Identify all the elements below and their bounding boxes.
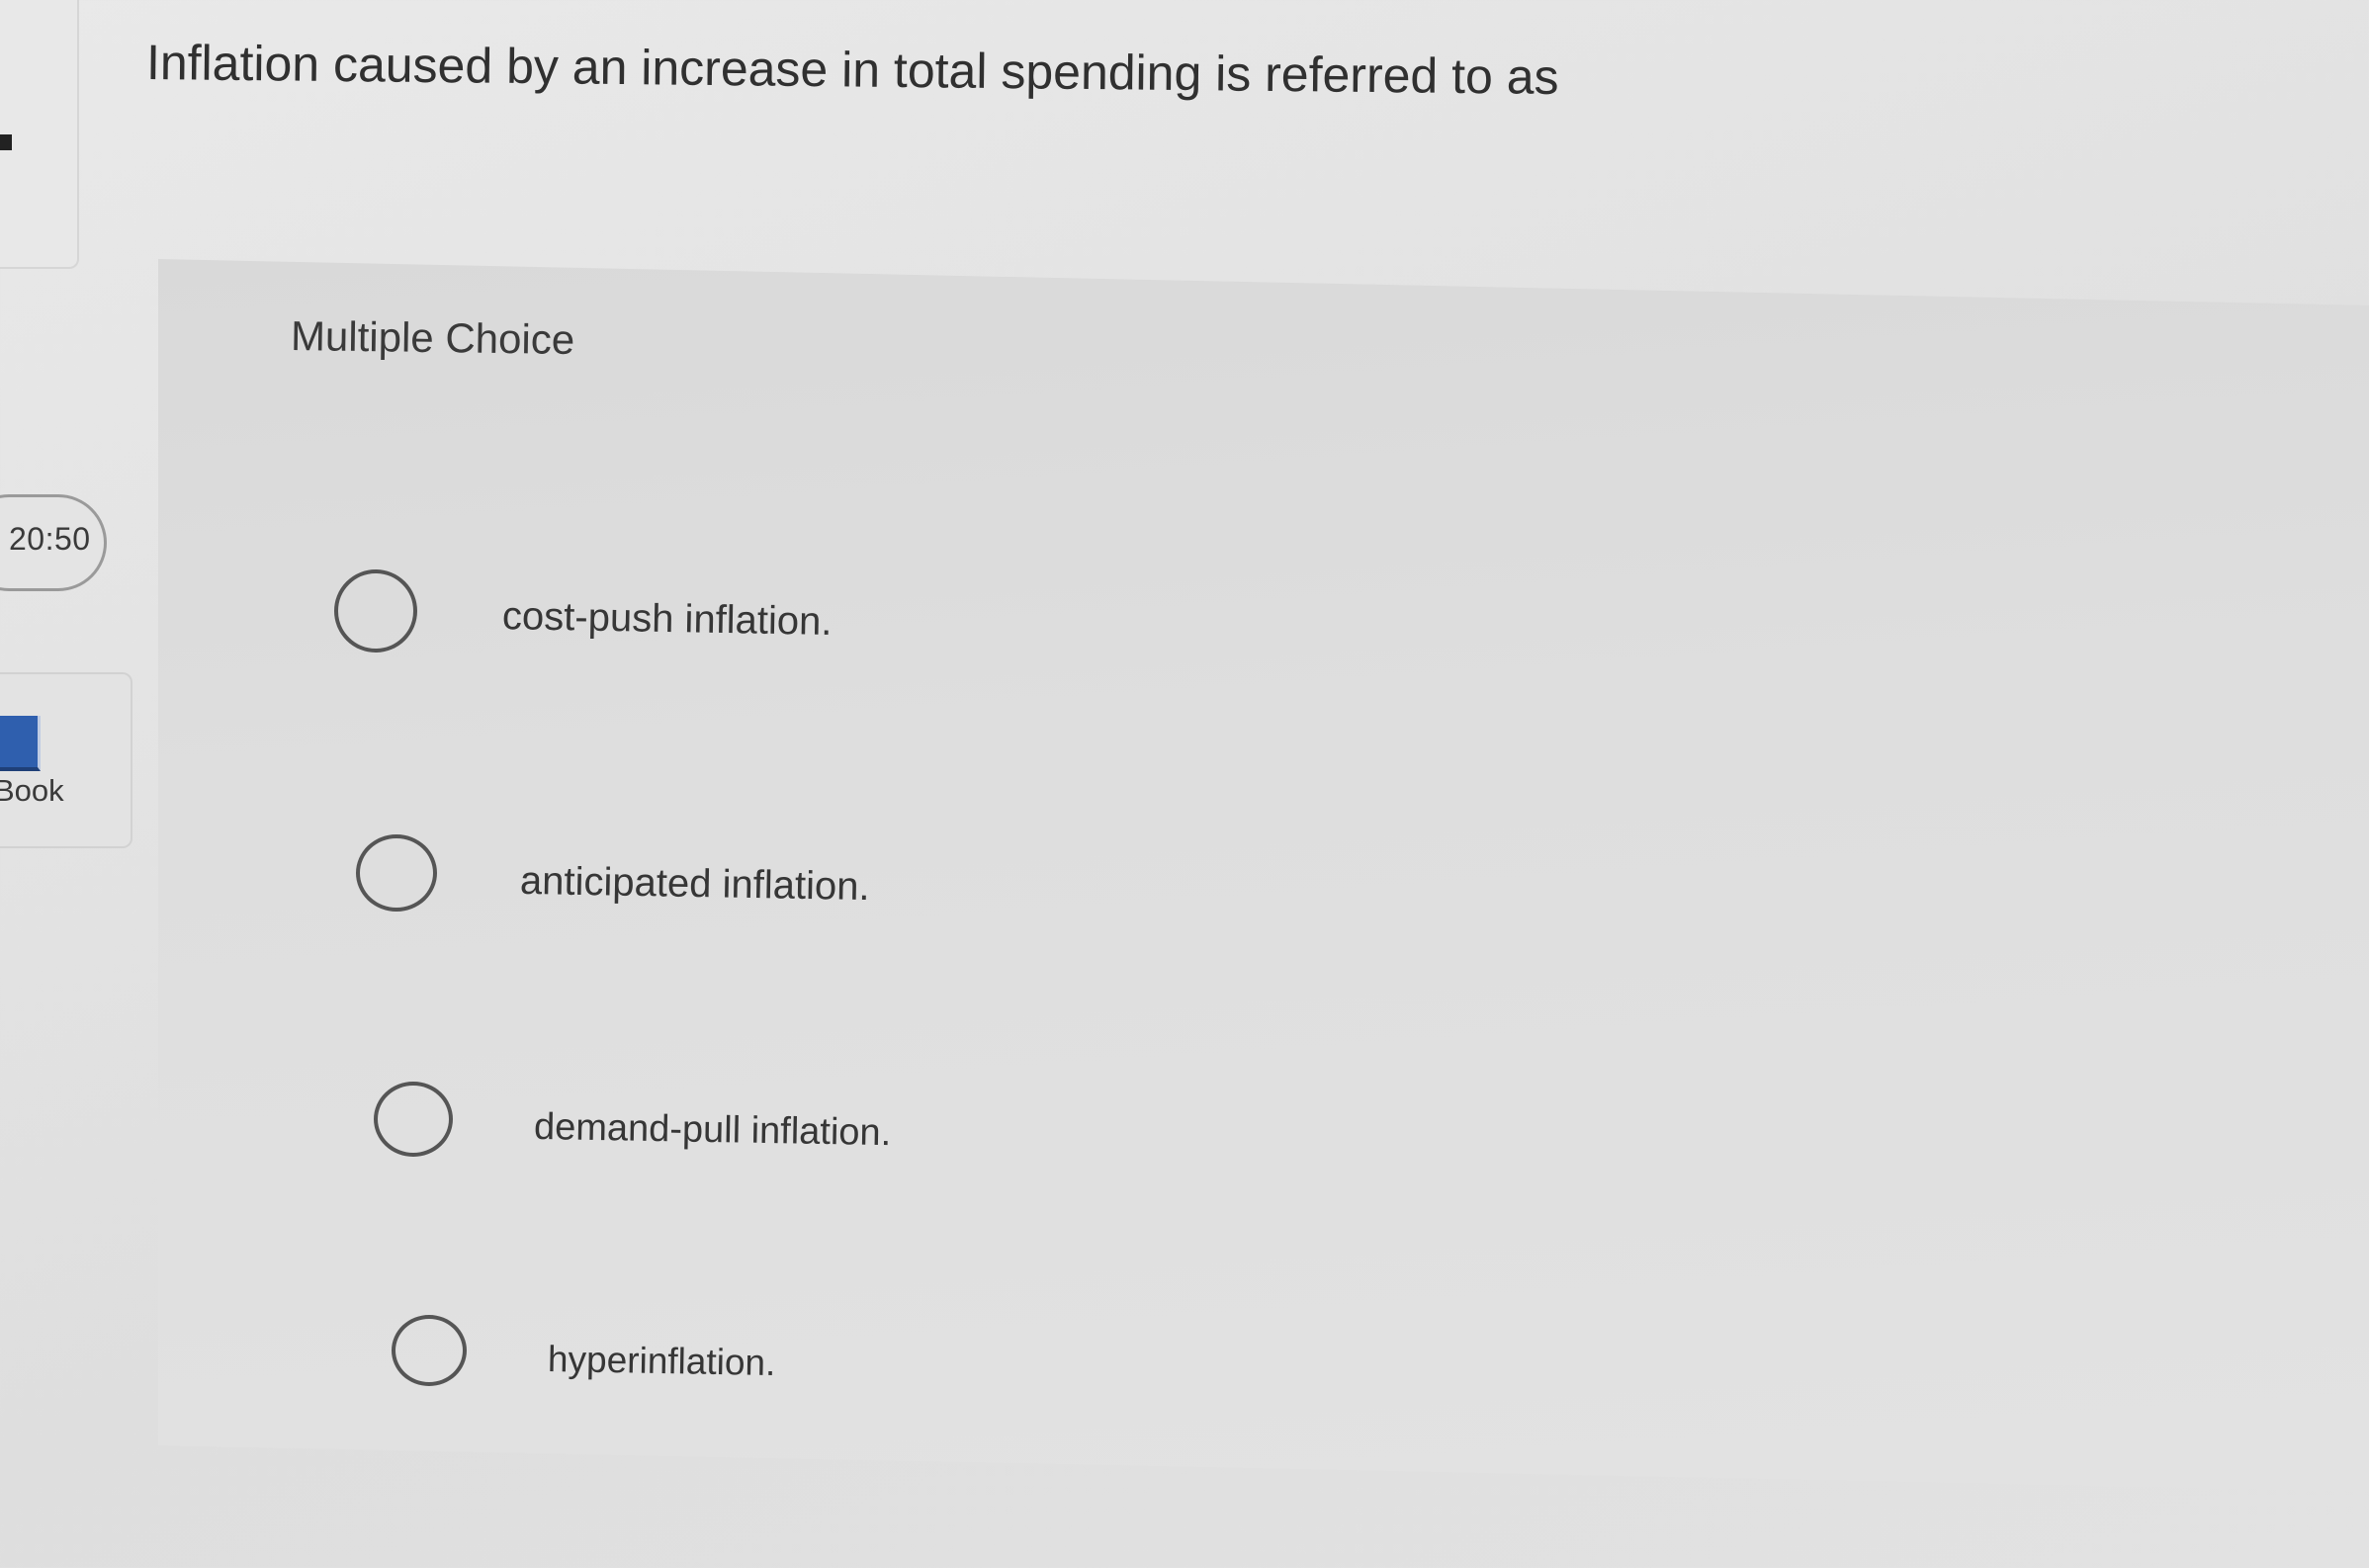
timer-text: 20:50 (9, 521, 91, 557)
question-type-label: Multiple Choice (290, 311, 575, 364)
answer-option[interactable]: demand-pull inflation. (374, 1082, 1560, 1180)
answer-option-label[interactable]: anticipated inflation. (520, 859, 870, 910)
radio-button[interactable] (334, 569, 417, 653)
left-nav-panel (0, 0, 79, 269)
answer-option-label[interactable]: demand-pull inflation. (534, 1106, 892, 1155)
radio-button[interactable] (374, 1082, 453, 1157)
ebook-label: Book (0, 773, 64, 808)
question-prompt: Inflation caused by an increase in total… (145, 35, 1559, 105)
answer-option-label[interactable]: cost-push inflation. (502, 594, 833, 645)
radio-button[interactable] (356, 834, 437, 912)
answer-option[interactable]: hyperinflation. (392, 1315, 1578, 1414)
radio-button[interactable] (392, 1315, 467, 1386)
answer-option[interactable]: cost-push inflation. (334, 569, 1521, 668)
timer-badge[interactable]: 20:50 (0, 494, 107, 591)
answer-option[interactable]: anticipated inflation. (356, 834, 1542, 933)
answer-option-label[interactable]: hyperinflation. (548, 1339, 776, 1384)
ebook-button[interactable]: Book (0, 672, 132, 848)
ebook-icon (0, 716, 41, 771)
left-panel-marker-icon (0, 134, 12, 150)
